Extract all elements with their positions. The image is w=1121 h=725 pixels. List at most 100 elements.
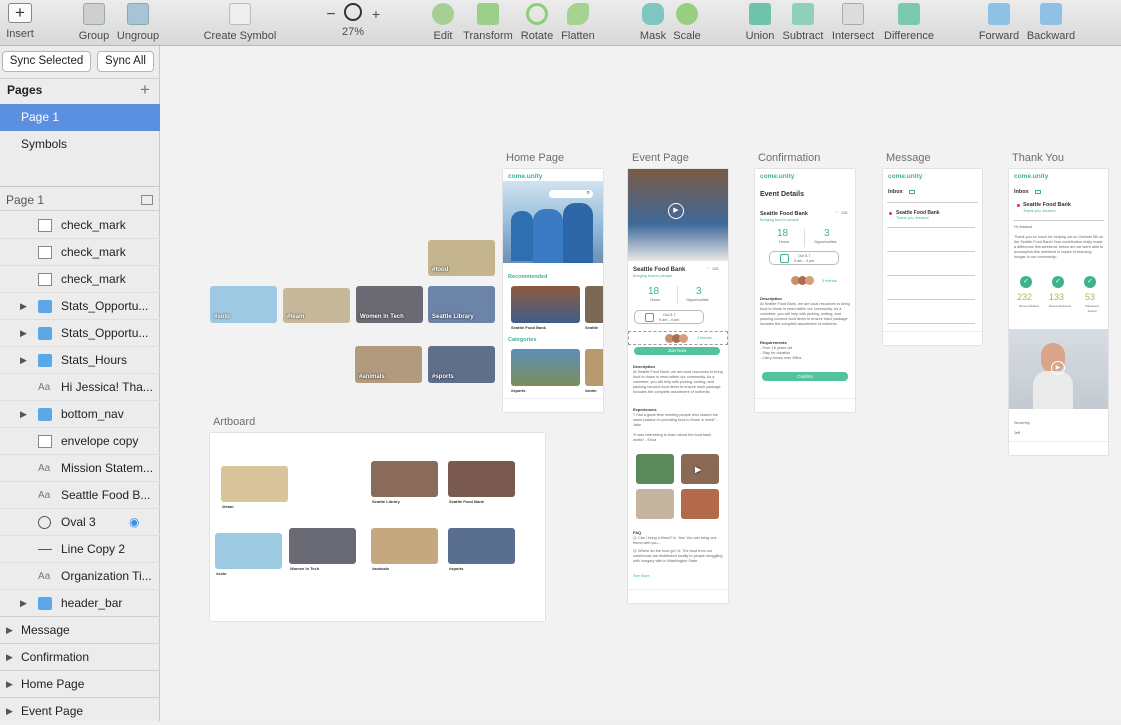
quote-2: “It was interesting to learn about the f… [633, 433, 712, 442]
experience-photo-1[interactable] [636, 454, 674, 484]
artboard-tile[interactable] [448, 461, 515, 497]
layer-row[interactable]: Aa Hi Jessica! Tha... [0, 374, 160, 401]
disclosure-triangle-icon[interactable]: ▶ [6, 671, 13, 698]
play-icon[interactable]: ▶ [1051, 361, 1065, 375]
layer-group[interactable]: ▶ Message [0, 616, 160, 643]
page-item[interactable]: Symbols [0, 131, 160, 158]
layer-row[interactable]: check_mark [0, 212, 160, 239]
layer-row[interactable]: ▶ Stats_Opportu... [0, 320, 160, 347]
collapse-icon[interactable] [141, 195, 153, 205]
backward-button[interactable]: Backward [1026, 3, 1076, 42]
layer-row[interactable]: Line Copy 2 [0, 536, 160, 563]
search-input[interactable]: ⌕ [549, 190, 593, 198]
experience-photo-3[interactable] [636, 489, 674, 519]
rotate-button[interactable]: Rotate [519, 3, 555, 42]
design-canvas[interactable]: #solo #team Women In Tech Seattle Library #f… [161, 46, 1121, 721]
recommended-card-1[interactable] [511, 286, 580, 323]
artboard-tile[interactable] [221, 466, 288, 502]
thankyou-frame[interactable]: come.unity Inbox Seattle Food Bank Thank… [1009, 169, 1108, 455]
disclosure-triangle-icon[interactable]: ▶ [6, 644, 13, 671]
mask-button[interactable]: Mask [638, 3, 668, 42]
artboard-tile[interactable] [215, 533, 282, 569]
disclosure-triangle-icon[interactable]: ▶ [20, 590, 27, 617]
page-item[interactable]: Page 1 [0, 104, 160, 131]
flatten-button[interactable]: Flatten [559, 3, 597, 42]
magnifier-icon [344, 3, 362, 21]
heart-icon[interactable]: ♡ [706, 267, 709, 272]
see-more-link[interactable]: See More [633, 574, 649, 579]
artboard-tile[interactable] [371, 528, 438, 564]
artboard-label-event[interactable]: Event Page [632, 152, 689, 164]
confirm-button[interactable]: Confirm [762, 372, 848, 381]
scale-button[interactable]: Scale [672, 3, 702, 42]
artboard-tile[interactable] [448, 528, 515, 564]
insert-button[interactable]: + Insert [4, 3, 36, 40]
sync-all-button[interactable]: Sync All [97, 51, 154, 72]
layer-row[interactable]: ▶ Stats_Opportu... [0, 293, 160, 320]
canvas-tile[interactable]: Women In Tech [356, 286, 423, 323]
play-icon[interactable]: ▶ [668, 203, 684, 219]
experience-photo-4[interactable] [681, 489, 719, 519]
canvas-tile[interactable]: Seattle Library [428, 286, 495, 323]
disclosure-triangle-icon[interactable]: ▶ [20, 347, 27, 374]
layer-group-label: Message [21, 623, 70, 637]
layer-row[interactable]: Aa Organization Ti... [0, 563, 160, 590]
artboard-tile[interactable] [371, 461, 438, 497]
artboard-label-home[interactable]: Home Page [506, 152, 564, 164]
layer-group[interactable]: ▶ Confirmation [0, 643, 160, 670]
zoom-out-button[interactable]: − [324, 6, 338, 24]
artboard-label-confirmation[interactable]: Confirmation [758, 152, 820, 164]
layer-group[interactable]: ▶ Home Page [0, 670, 160, 697]
forward-button[interactable]: Forward [978, 3, 1020, 42]
layer-row[interactable]: ▶ bottom_nav [0, 401, 160, 428]
artboard-label-message[interactable]: Message [886, 152, 931, 164]
category-card-2[interactable] [585, 349, 603, 386]
edit-button[interactable]: Edit [428, 3, 458, 42]
subtract-button[interactable]: Subtract [781, 3, 825, 42]
layer-row[interactable]: ▶ header_bar [0, 590, 160, 617]
canvas-tile[interactable]: #animals [355, 346, 422, 383]
join-now-button[interactable]: Join Now [634, 347, 720, 355]
artboard-tile[interactable] [289, 528, 356, 564]
disclosure-triangle-icon[interactable]: ▶ [20, 293, 27, 320]
union-button[interactable]: Union [744, 3, 776, 42]
create-symbol-button[interactable]: Create Symbol [203, 3, 277, 42]
add-page-icon[interactable]: + [140, 79, 150, 101]
experience-photo-2[interactable]: ▶ [681, 454, 719, 484]
artboard-frame[interactable]: #team Seattle Library Seattle Food Bank #so… [210, 433, 545, 621]
eye-icon[interactable]: ◉ [129, 509, 139, 536]
disclosure-triangle-icon[interactable]: ▶ [6, 617, 13, 644]
layer-row[interactable]: envelope copy [0, 428, 160, 455]
layer-group[interactable]: ▶ Event Page [0, 697, 160, 724]
stat-2-label: Boxes Delivered [1049, 304, 1071, 308]
sync-selected-button[interactable]: Sync Selected [2, 51, 91, 72]
ungroup-button[interactable]: Ungroup [115, 3, 161, 42]
staff-video[interactable]: ▶ [1009, 329, 1108, 409]
layer-row[interactable]: Aa Seattle Food B... [0, 482, 160, 509]
canvas-tile[interactable]: #sports [428, 346, 495, 383]
recommended-card-2[interactable] [585, 286, 603, 323]
home-page-frame[interactable]: come.unity ⌕ Recommended Seattle Food Ba… [503, 169, 603, 412]
disclosure-triangle-icon[interactable]: ▶ [20, 320, 27, 347]
canvas-tile[interactable]: #solo [210, 286, 277, 323]
artboard-label-artboard[interactable]: Artboard [213, 416, 255, 428]
group-button[interactable]: Group [77, 3, 111, 42]
artboard-label-thankyou[interactable]: Thank You [1012, 152, 1064, 164]
event-page-frame[interactable]: ▶ Seattle Food Bank Bringing food to peo… [628, 169, 728, 603]
canvas-tile[interactable]: #food [428, 240, 495, 276]
confirmation-frame[interactable]: come.unity Event Details Seattle Food Ba… [755, 169, 855, 412]
layer-row[interactable]: Oval 3 ◉ [0, 509, 160, 536]
intersect-button[interactable]: Intersect [830, 3, 876, 42]
disclosure-triangle-icon[interactable]: ▶ [20, 401, 27, 428]
layer-row[interactable]: check_mark [0, 239, 160, 266]
layer-row[interactable]: Aa Mission Statem... [0, 455, 160, 482]
layer-row[interactable]: check_mark [0, 266, 160, 293]
message-frame[interactable]: come.unity Inbox Seattle Food Bank Thank… [883, 169, 982, 345]
layer-row[interactable]: ▶ Stats_Hours [0, 347, 160, 374]
heart-icon[interactable]: ♡ [835, 211, 838, 216]
category-card-1[interactable] [511, 349, 580, 386]
transform-button[interactable]: Transform [462, 3, 514, 42]
zoom-in-button[interactable]: + [369, 6, 383, 22]
canvas-tile[interactable]: #team [283, 288, 350, 323]
difference-button[interactable]: Difference [882, 3, 936, 42]
